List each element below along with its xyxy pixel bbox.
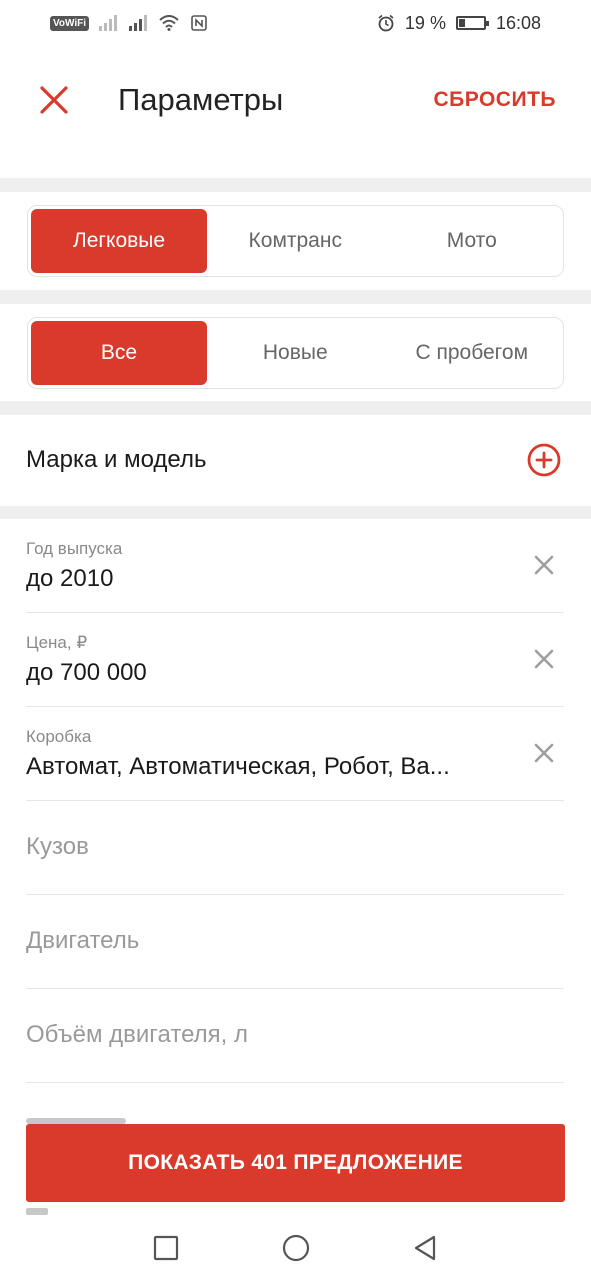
- filter-list: Год выпуска до 2010 Цена, ₽ до 700 000 К…: [0, 519, 591, 1083]
- section-separator: [0, 178, 591, 192]
- signal-icon: [129, 15, 148, 31]
- status-right: 19 % 16:08: [377, 13, 541, 34]
- body-filter[interactable]: Кузов: [26, 801, 564, 895]
- body-placeholder: Кузов: [26, 833, 89, 860]
- clear-year-icon[interactable]: [532, 553, 556, 577]
- status-left: VoWiFi: [50, 15, 209, 31]
- gearbox-value: Автомат, Автоматическая, Робот, Ва...: [26, 753, 450, 780]
- scrolled-text-fragment: [0, 146, 591, 160]
- wifi-icon: [159, 15, 179, 31]
- back-button[interactable]: [406, 1228, 446, 1268]
- recents-button[interactable]: [146, 1228, 186, 1268]
- page-title: Параметры: [118, 82, 284, 117]
- system-nav-bar: [0, 1215, 591, 1280]
- vowifi-badge: VoWiFi: [50, 15, 90, 31]
- clear-price-icon[interactable]: [532, 647, 556, 671]
- segment-cars[interactable]: Легковые: [31, 209, 207, 273]
- year-label: Год выпуска: [26, 539, 123, 558]
- clear-gearbox-icon[interactable]: [532, 741, 556, 765]
- close-icon: [40, 86, 68, 114]
- sim-signal-icon: [99, 15, 118, 31]
- app-header: Параметры СБРОСИТЬ: [0, 56, 591, 146]
- show-offers-button[interactable]: ПОКАЗАТЬ 401 ПРЕДЛОЖЕНИЕ: [26, 1124, 565, 1202]
- gearbox-label: Коробка: [26, 727, 92, 746]
- brand-model-row[interactable]: Марка и модель: [0, 414, 591, 506]
- add-circle-icon[interactable]: [527, 443, 561, 477]
- section-separator: [0, 506, 591, 519]
- year-value: до 2010: [26, 565, 114, 592]
- engine-placeholder: Двигатель: [26, 927, 140, 954]
- reset-button[interactable]: СБРОСИТЬ: [433, 88, 556, 112]
- section-separator: [0, 290, 591, 304]
- nfc-icon: [191, 15, 207, 31]
- home-button[interactable]: [276, 1228, 316, 1268]
- section-separator: [0, 401, 591, 415]
- clock: 16:08: [495, 12, 541, 33]
- battery-fill: [458, 19, 465, 27]
- engine-volume-filter[interactable]: Объём двигателя, л: [26, 989, 564, 1083]
- condition-selector: Все Новые С пробегом: [27, 317, 564, 389]
- segment-all[interactable]: Все: [31, 321, 207, 385]
- brand-model-label: Марка и модель: [26, 446, 207, 473]
- battery-icon: [455, 16, 489, 30]
- price-label: Цена, ₽: [26, 633, 88, 652]
- year-filter[interactable]: Год выпуска до 2010: [26, 519, 564, 613]
- square-icon: [153, 1235, 178, 1260]
- close-button[interactable]: [30, 76, 78, 124]
- engine-filter[interactable]: Двигатель: [26, 895, 564, 989]
- segment-new[interactable]: Новые: [207, 321, 384, 385]
- back-triangle-icon: [414, 1235, 435, 1260]
- price-filter[interactable]: Цена, ₽ до 700 000: [26, 613, 564, 707]
- battery-percent: 19 %: [404, 12, 446, 33]
- price-value: до 700 000: [26, 659, 147, 686]
- hidden-filter-row-2: [26, 1204, 56, 1215]
- status-bar: VoWiFi 19 % 16:08: [0, 0, 591, 46]
- segment-commercial[interactable]: Комтранс: [207, 209, 384, 273]
- hidden-filter-row: [26, 1112, 136, 1124]
- segment-moto[interactable]: Мото: [384, 209, 561, 273]
- circle-icon: [282, 1234, 309, 1261]
- segment-used[interactable]: С пробегом: [384, 321, 561, 385]
- vehicle-type-selector: Легковые Комтранс Мото: [27, 205, 564, 277]
- engine-volume-placeholder: Объём двигателя, л: [26, 1021, 248, 1048]
- gearbox-filter[interactable]: Коробка Автомат, Автоматическая, Робот, …: [26, 707, 564, 801]
- alarm-icon: [378, 14, 394, 32]
